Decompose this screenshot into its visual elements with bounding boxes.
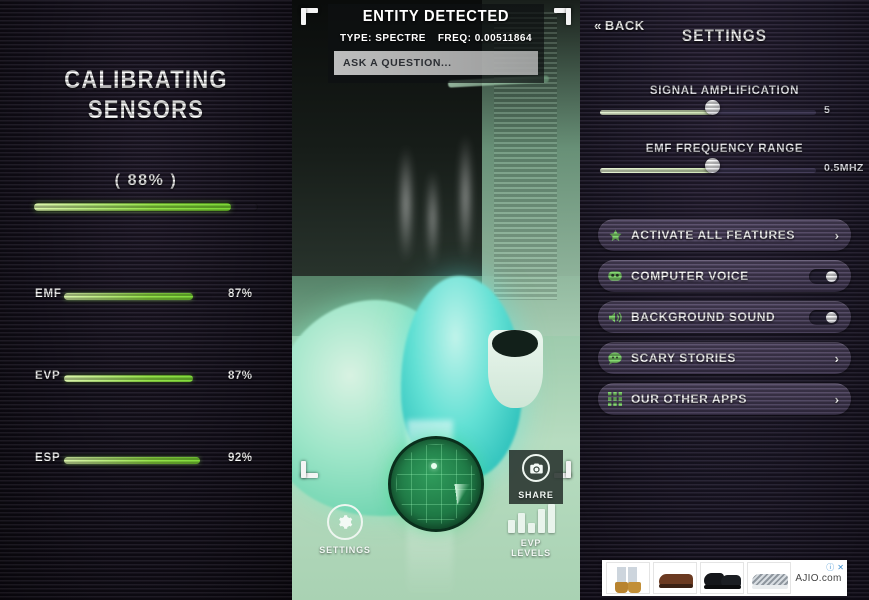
sensor-fill-evp: [64, 375, 193, 382]
menu-item-label: BACKGROUND SOUND: [631, 310, 776, 324]
hud-bracket-bottom-left: [301, 461, 318, 478]
sensor-value-evp: 87%: [228, 370, 253, 382]
entity-hud: ENTITY DETECTED TYPE: SPECTRE FREQ: 0.00…: [328, 4, 544, 83]
sensor-track-esp: [64, 457, 212, 464]
hud-bracket-top-left: [301, 8, 318, 25]
sensor-value-emf: 87%: [228, 288, 253, 300]
radar-dial[interactable]: [388, 436, 484, 532]
radar-sweep: [436, 484, 480, 528]
ask-a-question-input[interactable]: [334, 51, 538, 75]
ad-product-thumbnail: [606, 562, 650, 594]
toggle-computer-voice[interactable]: [809, 268, 839, 284]
slider-row[interactable]: 5: [580, 100, 869, 121]
chevron-right-icon: ›: [834, 227, 839, 243]
calibration-percent-label: ( 88% ): [114, 172, 178, 189]
evp-levels-button[interactable]: EVP LEVELS: [500, 503, 562, 558]
ad-right-inner: AJIO.com ⓘ ✕: [602, 560, 847, 596]
back-button-label: BACK: [604, 18, 645, 33]
sensor-row-evp: EVP 87%: [0, 370, 292, 386]
calibration-panel: CALIBRATING SENSORS ( 88% ) EMF 87% EVP …: [0, 0, 292, 600]
chevron-left-icon: «: [594, 18, 602, 33]
menu-item-label: OUR OTHER APPS: [631, 392, 747, 406]
ad-product-thumbnail: [700, 562, 744, 594]
robot-face-icon: [607, 268, 623, 284]
speaker-icon: [607, 309, 623, 325]
menu-item-computer-voice[interactable]: COMPUTER VOICE: [598, 260, 851, 292]
back-button[interactable]: « BACK: [594, 18, 645, 33]
camera-view-panel: ENTITY DETECTED TYPE: SPECTRE FREQ: 0.00…: [292, 0, 580, 600]
slider-value-emf-frequency-range: 0.5MHZ: [824, 162, 864, 174]
slider-value-signal-amplification: 5: [824, 104, 831, 116]
slider-row[interactable]: 0.5MHZ: [580, 158, 869, 179]
radar-blip: [430, 463, 437, 470]
ad-info-icon[interactable]: ⓘ: [826, 562, 834, 573]
ad-product-thumbnail: [653, 562, 697, 594]
grid-apps-icon: [607, 391, 623, 407]
chevron-right-icon: ›: [834, 350, 839, 366]
chat-bubble-icon: [607, 350, 623, 366]
star-icon: [607, 227, 623, 243]
sensor-value-esp: 92%: [228, 452, 253, 464]
calibration-title: CALIBRATING SENSORS: [18, 66, 275, 125]
entity-freq: FREQ: 0.00511864: [438, 33, 532, 44]
sensor-fill-esp: [64, 457, 201, 464]
apparition-streak: [398, 144, 413, 264]
sensor-fill-emf: [64, 293, 193, 300]
slider-fill-emf-frequency-range: [600, 168, 713, 173]
menu-item-background-sound[interactable]: BACKGROUND SOUND: [598, 301, 851, 333]
evp-bar: [527, 523, 535, 533]
chevron-right-icon: ›: [834, 391, 839, 407]
entity-detected-title: ENTITY DETECTED: [362, 8, 510, 25]
bowl-object: [487, 330, 543, 408]
menu-item-scary-stories[interactable]: SCARY STORIES ›: [598, 342, 851, 374]
entity-type-label: TYPE:: [340, 33, 372, 44]
ad-brand-label: AJIO.com: [795, 572, 842, 584]
sensor-row-emf: EMF 87%: [0, 288, 292, 304]
sensor-track-evp: [64, 375, 212, 382]
evp-bar: [517, 513, 525, 533]
calibration-progress-track: [34, 203, 258, 211]
ad-controls[interactable]: ⓘ ✕: [826, 562, 844, 573]
evp-bar: [547, 504, 555, 533]
entity-type-value: SPECTRE: [375, 33, 426, 44]
slider-fill-signal-amplification: [600, 110, 713, 115]
ad-banner-right[interactable]: AJIO.com ⓘ ✕: [580, 558, 869, 598]
slider-label-emf-frequency-range: EMF FREQUENCY RANGE: [645, 143, 804, 155]
menu-item-label: ACTIVATE ALL FEATURES: [631, 228, 795, 242]
menu-item-activate-all-features[interactable]: ACTIVATE ALL FEATURES ›: [598, 219, 851, 251]
ad-close-icon[interactable]: ✕: [837, 563, 844, 572]
entity-freq-value: 0.00511864: [474, 33, 532, 44]
entity-meta: TYPE: SPECTRE FREQ: 0.00511864: [334, 33, 538, 44]
app-root: CALIBRATING SENSORS ( 88% ) EMF 87% EVP …: [0, 0, 869, 600]
camera-icon: [522, 454, 550, 482]
menu-item-our-other-apps[interactable]: OUR OTHER APPS ›: [598, 383, 851, 415]
evp-bar: [507, 520, 515, 533]
ad-product-thumbnail: [747, 562, 791, 594]
evp-levels-label: EVP LEVELS: [511, 538, 551, 558]
menu-item-label: COMPUTER VOICE: [631, 269, 749, 283]
calibration-title-line1: CALIBRATING: [64, 66, 228, 94]
settings-button[interactable]: SETTINGS: [317, 504, 373, 555]
share-button[interactable]: SHARE: [509, 450, 563, 504]
toggle-background-sound[interactable]: [809, 309, 839, 325]
menu-item-label: SCARY STORIES: [631, 351, 736, 365]
settings-panel: « BACK SETTINGS SIGNAL AMPLIFICATION 5 E…: [580, 0, 869, 600]
gear-icon: [327, 504, 363, 540]
slider-emf-frequency-range: EMF FREQUENCY RANGE 0.5MHZ: [580, 143, 869, 179]
settings-button-label: SETTINGS: [319, 545, 371, 555]
calibration-progress-fill: [34, 203, 232, 211]
slider-signal-amplification: SIGNAL AMPLIFICATION 5: [580, 85, 869, 121]
evp-levels-bars: [500, 503, 562, 533]
hud-bracket-top-right: [554, 8, 571, 25]
evp-bar: [537, 509, 545, 533]
sensor-row-esp: ESP 92%: [0, 452, 292, 468]
calibration-title-line2: SENSORS: [87, 95, 205, 124]
entity-freq-label: FREQ:: [437, 33, 472, 44]
apparition-streak: [459, 132, 473, 262]
sensor-track-emf: [64, 293, 212, 300]
share-button-label: SHARE: [518, 490, 554, 500]
entity-type: TYPE: SPECTRE: [340, 33, 426, 44]
settings-menu: ACTIVATE ALL FEATURES › COMPUTER VOICE B…: [580, 219, 869, 424]
slider-label-signal-amplification: SIGNAL AMPLIFICATION: [649, 85, 800, 97]
